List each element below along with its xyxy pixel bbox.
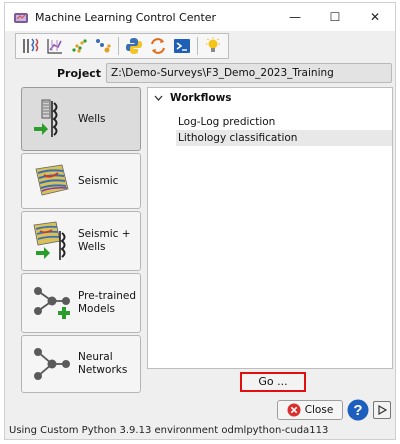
status-bar: Using Custom Python 3.9.13 environment o… [9, 425, 329, 436]
title-bar: Machine Learning Control Center — ☐ ✕ [5, 3, 395, 31]
main-window: Machine Learning Control Center — ☐ ✕ Pr… [4, 2, 396, 440]
close-button[interactable]: Close [277, 400, 343, 420]
project-label: Project [57, 67, 102, 80]
minimize-button[interactable]: — [275, 3, 315, 31]
lightbulb-icon[interactable] [202, 36, 224, 56]
sidebar-item-wells[interactable]: Wells [21, 87, 141, 151]
terminal-icon[interactable] [171, 36, 193, 56]
sidebar-item-label: Pre-trained Models [78, 290, 137, 315]
sidebar-item-seismic-wells[interactable]: Seismic + Wells [21, 211, 141, 271]
seismic-icon [32, 161, 76, 201]
sidebar-item-seismic[interactable]: Seismic [21, 153, 141, 209]
play-icon[interactable] [373, 401, 391, 419]
refresh-icon[interactable] [147, 36, 169, 56]
sidebar-item-label: Wells [78, 112, 106, 125]
toolbar-separator [197, 37, 198, 55]
workflows-tree-header[interactable]: Workflows [154, 92, 232, 104]
sidebar-item-label: Neural Networks [78, 351, 128, 376]
go-button[interactable]: Go ... [240, 372, 306, 392]
help-icon[interactable]: ? [347, 399, 369, 421]
sidebar-item-label: Seismic + Wells [78, 228, 131, 253]
neural-network-icon [32, 344, 76, 384]
workflows-header-label: Workflows [170, 92, 232, 104]
scatter-icon[interactable] [68, 36, 90, 56]
close-x-icon [287, 403, 301, 417]
chevron-down-icon[interactable] [154, 92, 166, 104]
toolbar-group-analysis [15, 33, 229, 59]
python-icon[interactable] [123, 36, 145, 56]
cluster-icon[interactable] [92, 36, 114, 56]
sidebar-item-pretrained-models[interactable]: Pre-trained Models [21, 273, 141, 333]
window-title: Machine Learning Control Center [35, 10, 217, 24]
close-window-button[interactable]: ✕ [355, 3, 395, 31]
svg-text:?: ? [353, 402, 362, 419]
project-path-field[interactable]: Z:\Demo-Surveys\F3_Demo_2023_Training [106, 63, 392, 83]
toolbar [15, 33, 233, 59]
sidebar-item-neural-networks[interactable]: Neural Networks [21, 335, 141, 393]
wells-icon [32, 99, 76, 139]
toolbar-separator [118, 37, 119, 55]
crossplot-icon[interactable] [44, 36, 66, 56]
seismic-wells-icon [32, 221, 76, 261]
model-graph-icon [32, 283, 76, 323]
workflows-panel: Workflows Log-Log prediction Lithology c… [147, 87, 393, 369]
sidebar-item-label: Seismic [78, 174, 119, 187]
workflow-item-lithology[interactable]: Lithology classification [176, 130, 392, 146]
app-icon [13, 10, 29, 24]
wells-logs-icon[interactable] [20, 36, 42, 56]
close-button-label: Close [304, 404, 334, 416]
workflow-item-loglog[interactable]: Log-Log prediction [176, 114, 275, 130]
maximize-button[interactable]: ☐ [315, 3, 355, 31]
